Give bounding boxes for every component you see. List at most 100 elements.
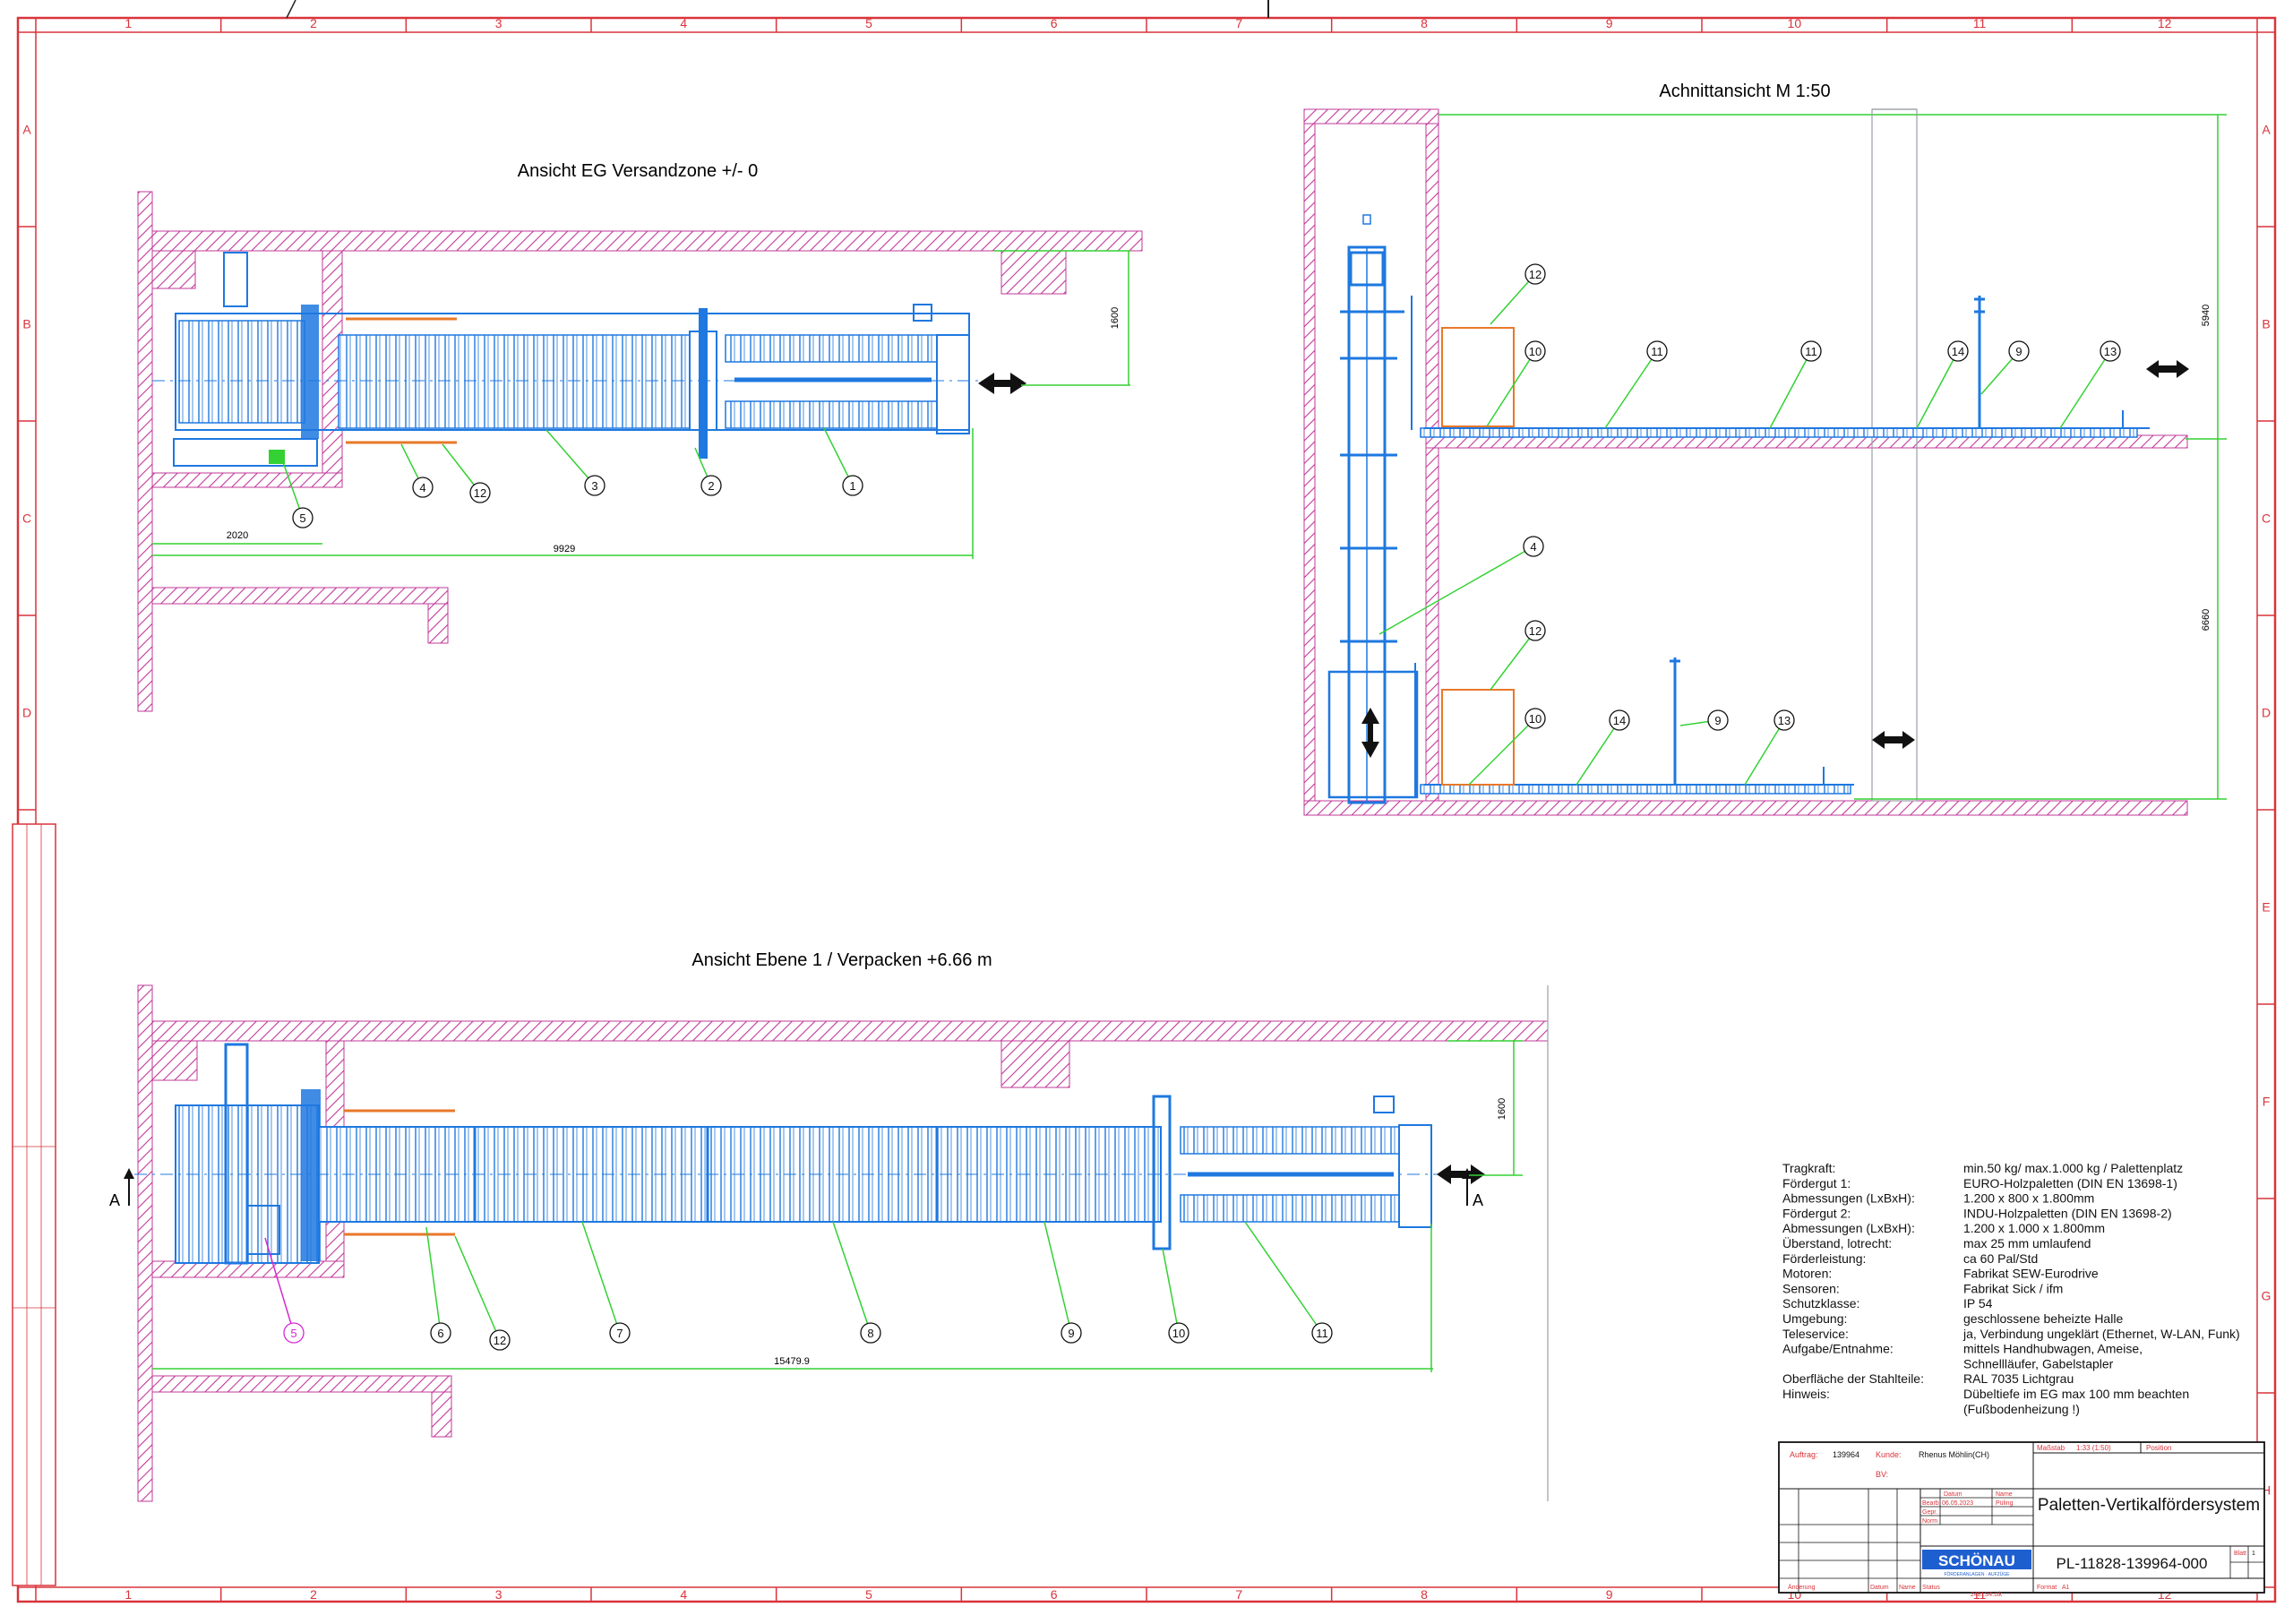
tb-bv-label: BV: bbox=[1876, 1470, 1888, 1479]
svg-text:1: 1 bbox=[849, 479, 855, 493]
svg-text:12: 12 bbox=[474, 486, 486, 500]
grid-col-label: 2 bbox=[310, 1587, 317, 1602]
balloon-l1-12: 12 bbox=[489, 1329, 511, 1351]
tb-company-sub: FÖRDERANLAGEN · AUFZÜGE bbox=[1944, 1571, 2010, 1577]
wall-hatch-eg bbox=[137, 191, 1143, 712]
svg-text:3: 3 bbox=[591, 479, 597, 493]
svg-text:11: 11 bbox=[1651, 345, 1663, 358]
tb-auftrag-label: Auftrag: bbox=[1790, 1450, 1818, 1459]
spec-label: Fördergut 2: bbox=[1782, 1206, 1851, 1220]
spec-value: IP 54 bbox=[1963, 1296, 1993, 1310]
tb-drawing-no: PL-11828-139964-000 bbox=[2057, 1555, 2208, 1572]
tb-norm-label: Norm bbox=[1922, 1518, 1937, 1525]
grid-col-label: 3 bbox=[495, 16, 502, 30]
tb-bearb-date: 06.05.2023 bbox=[1942, 1500, 1973, 1507]
grid-row-label: C bbox=[22, 511, 31, 526]
grid-col-label: 4 bbox=[680, 16, 687, 30]
balloon-eg-12: 12 bbox=[469, 482, 491, 503]
dim-eg-width: 1600 bbox=[1110, 307, 1121, 329]
spec-value: EURO-Holzpaletten (DIN EN 13698-1) bbox=[1963, 1176, 2177, 1190]
conveyor-eg bbox=[152, 252, 985, 467]
balloon-sec-14-top: 14 bbox=[1947, 340, 1969, 362]
grid-col-label: 7 bbox=[1235, 16, 1242, 30]
balloon-sec-14-bottom: 14 bbox=[1609, 709, 1630, 731]
section-conveyor-upper bbox=[1420, 296, 2189, 438]
section-conveyor-lower bbox=[1420, 657, 1915, 795]
tb-bearb-label: Bearb. bbox=[1922, 1500, 1941, 1507]
spec-label: Oberfläche der Stahlteile: bbox=[1782, 1371, 1924, 1386]
grid-col-label: 1 bbox=[125, 1587, 132, 1602]
tb-title: Paletten-Vertikalfördersystem bbox=[2038, 1496, 2260, 1515]
balloon-sec-11a-top: 11 bbox=[1646, 340, 1668, 362]
balloon-sec-13-top: 13 bbox=[2100, 340, 2121, 362]
balloon-l1-9: 9 bbox=[1061, 1322, 1082, 1344]
balloon-sec-12-mid: 12 bbox=[1524, 620, 1546, 641]
tb-bearb-name: Püling bbox=[1996, 1500, 2014, 1507]
balloon-sec-10-top: 10 bbox=[1524, 340, 1546, 362]
spec-value: Dübeltiefe im EG max 100 mm beachten bbox=[1963, 1387, 2189, 1401]
balloon-sec-11b-top: 11 bbox=[1800, 340, 1822, 362]
svg-text:9: 9 bbox=[1068, 1327, 1074, 1340]
spec-value: Fabrikat Sick / ifm bbox=[1963, 1281, 2063, 1295]
leaders-level1 bbox=[264, 1221, 1323, 1341]
leaders-section bbox=[1378, 273, 2111, 786]
tb-blatt-value: 1 bbox=[2252, 1551, 2255, 1557]
balloon-l1-8: 8 bbox=[860, 1322, 881, 1344]
spec-value: INDU-Holzpaletten (DIN EN 13698-2) bbox=[1963, 1206, 2172, 1220]
arrow-eg bbox=[978, 373, 1026, 394]
balloon-l1-11: 11 bbox=[1311, 1322, 1333, 1344]
spec-value: 1.200 x 800 x 1.800mm bbox=[1963, 1191, 2094, 1206]
grid-row-label: D bbox=[22, 706, 31, 720]
spec-label: Umgebung: bbox=[1782, 1311, 1847, 1326]
svg-text:13: 13 bbox=[1778, 714, 1791, 727]
grid-col-label: 8 bbox=[1421, 16, 1428, 30]
spec-label: Abmessungen (LxBxH): bbox=[1782, 1191, 1915, 1206]
spec-value: RAL 7035 Lichtgrau bbox=[1963, 1371, 2074, 1386]
dim-l1-length: 15479.9 bbox=[774, 1356, 810, 1367]
grid-col-label: 5 bbox=[865, 1587, 872, 1602]
technical-drawing: 112233445566778899101011111212AABBCCDDEE… bbox=[12, 0, 2277, 1603]
view-title-eg: Ansicht EG Versandzone +/- 0 bbox=[518, 161, 759, 181]
svg-text:9: 9 bbox=[2015, 345, 2022, 358]
view-title-level1: Ansicht Ebene 1 / Verpacken +6.66 m bbox=[691, 950, 992, 970]
grid-col-label: 7 bbox=[1235, 1587, 1242, 1602]
tb-massstab-value: 1:33 (1:50) bbox=[2076, 1444, 2111, 1452]
spec-label: Sensoren: bbox=[1782, 1281, 1840, 1295]
grid-col-label: 6 bbox=[1051, 16, 1058, 30]
grid-col-label: 2 bbox=[310, 16, 317, 30]
svg-text:11: 11 bbox=[1805, 345, 1817, 358]
grid-row-label: E bbox=[2262, 900, 2270, 915]
svg-text:5: 5 bbox=[299, 511, 305, 525]
view-section: Achnittansicht M 1:50 5940 6660 12 10 11… bbox=[1303, 82, 2227, 816]
spec-value: 1.200 x 1.000 x 1.800mm bbox=[1963, 1221, 2105, 1235]
svg-text:5: 5 bbox=[290, 1327, 296, 1340]
svg-text:13: 13 bbox=[2104, 345, 2117, 358]
spec-value: max 25 mm umlaufend bbox=[1963, 1236, 2091, 1250]
grid-col-label: 1 bbox=[125, 16, 132, 30]
spec-value: ja, Verbindung ungeklärt (Ethernet, W-LA… bbox=[1962, 1327, 2240, 1341]
section-mark-a-left: A bbox=[109, 1191, 120, 1209]
svg-text:10: 10 bbox=[1529, 345, 1542, 358]
svg-text:12: 12 bbox=[1529, 624, 1542, 638]
tb-aenderung-label: Änderung bbox=[1788, 1584, 1815, 1591]
grid-row-label: D bbox=[2262, 706, 2271, 720]
spec-value: min.50 kg/ max.1.000 kg / Palettenplatz bbox=[1963, 1161, 2183, 1175]
tb-name2-label: Name bbox=[1899, 1585, 1916, 1591]
tb-file-ref: 2481S4.stk bbox=[1971, 1592, 2003, 1598]
grid-col-label: 5 bbox=[865, 16, 872, 30]
svg-text:8: 8 bbox=[867, 1327, 873, 1340]
svg-text:14: 14 bbox=[1952, 345, 1964, 358]
grid-col-label: 8 bbox=[1421, 1587, 1428, 1602]
svg-text:14: 14 bbox=[1613, 714, 1626, 727]
balloon-sec-13-bottom: 13 bbox=[1773, 709, 1795, 731]
grid-col-label: 9 bbox=[1606, 16, 1613, 30]
grid-col-label: 6 bbox=[1051, 1587, 1058, 1602]
view-level1: Ansicht Ebene 1 / Verpacken +6.66 m A A … bbox=[109, 950, 1549, 1502]
balloon-l1-5: 5 bbox=[283, 1322, 305, 1344]
spec-value: mittels Handhubwagen, Ameise, bbox=[1963, 1342, 2143, 1356]
tb-format-value: A1 bbox=[2062, 1585, 2070, 1591]
grid-col-label: 12 bbox=[2158, 16, 2172, 30]
balloon-eg-5: 5 bbox=[292, 507, 313, 528]
grid-row-label: A bbox=[2262, 123, 2271, 137]
spec-label: Förderleistung: bbox=[1782, 1251, 1866, 1266]
